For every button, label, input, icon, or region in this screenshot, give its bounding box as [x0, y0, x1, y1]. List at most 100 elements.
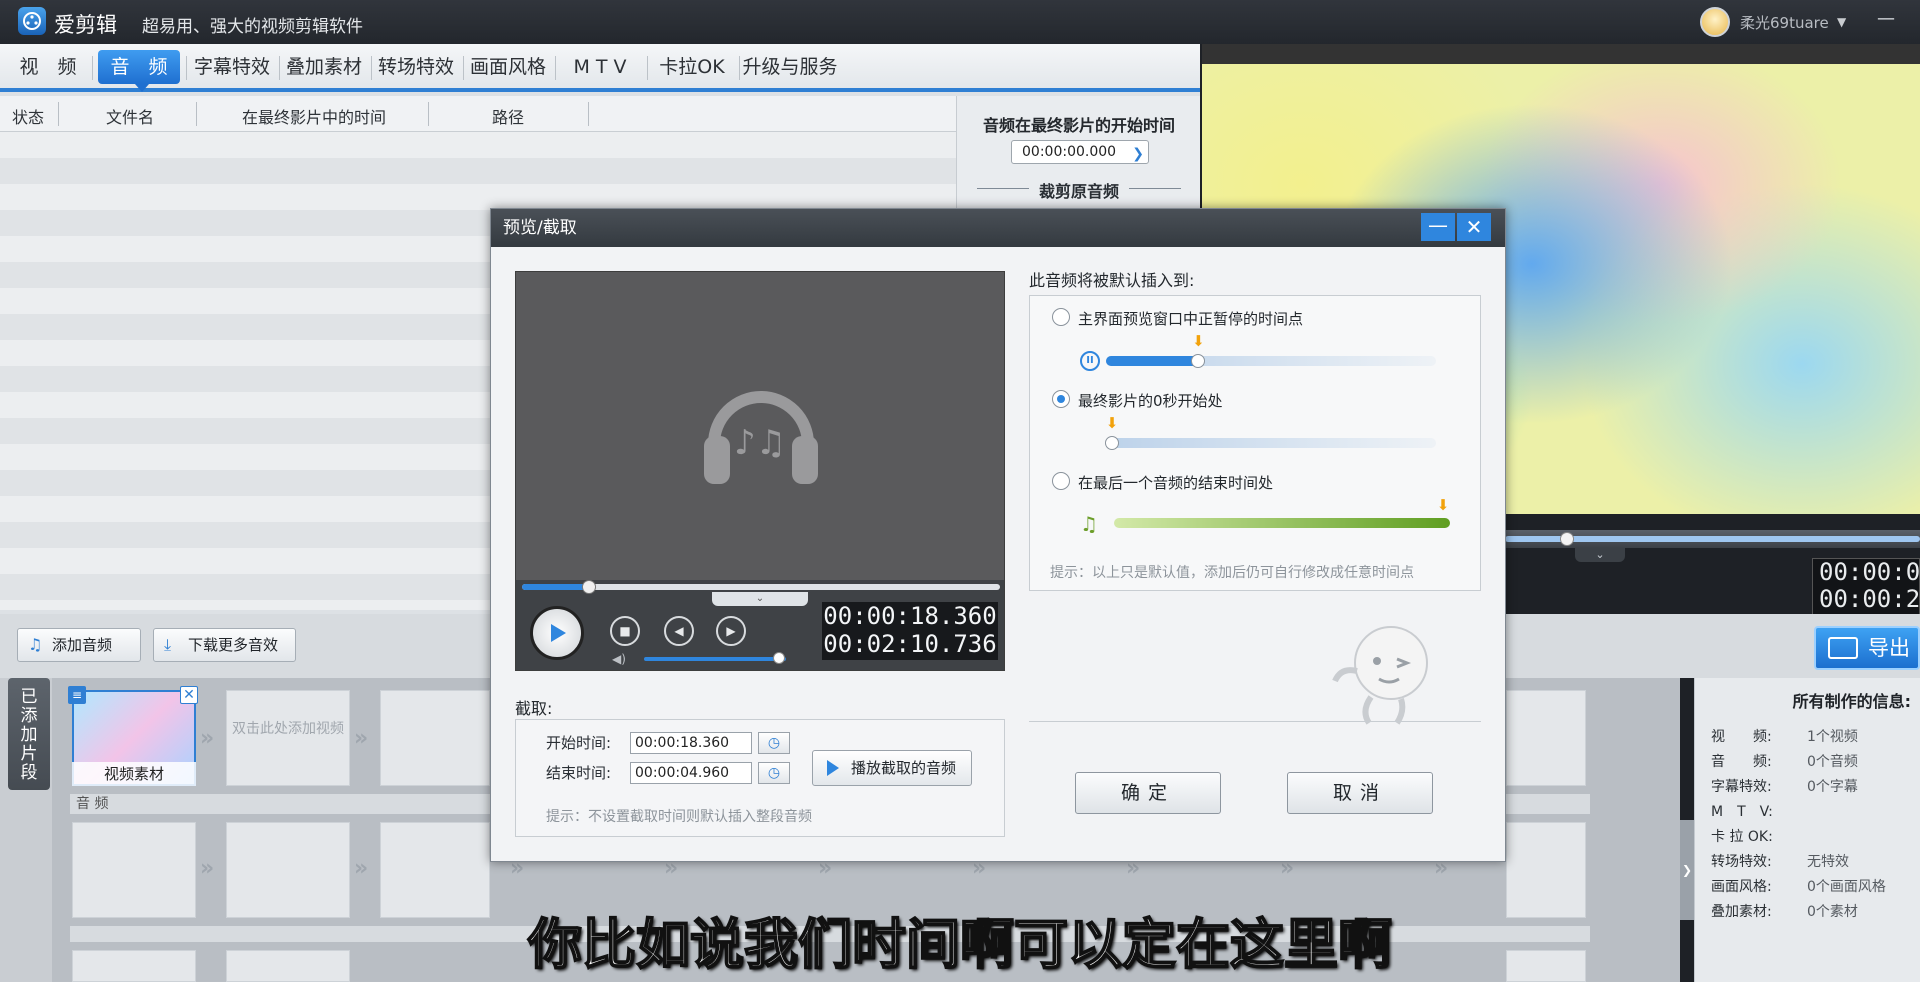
trim-original-label: 裁剪原音频 [957, 178, 1201, 202]
video-subtitle: 你比如说我们时间啊可以定在这里啊 [527, 912, 1393, 977]
insert-option-label[interactable]: 在最后一个音频的结束时间处 [1078, 472, 1273, 493]
tab-style[interactable]: 画面风格 [464, 50, 552, 84]
add-video-slot[interactable] [226, 690, 350, 786]
next-frame-button[interactable]: ▶ [716, 616, 746, 646]
next-arrow-icon: » [200, 726, 215, 751]
tab-transition[interactable]: 转场特效 [372, 50, 460, 84]
info-value: 0个画面风格 [1807, 879, 1886, 895]
user-name[interactable]: 柔光69tuare [1740, 12, 1829, 33]
step-forward-icon: ▶ [726, 624, 736, 638]
column-path[interactable]: 路径 [492, 104, 524, 128]
info-key: M T V: [1711, 804, 1773, 820]
trim-end-input[interactable]: 00:00:04.960 [630, 762, 752, 784]
dialog-close-button[interactable]: ✕ [1457, 213, 1491, 241]
tab-upgrade[interactable]: 升级与服务 [740, 50, 840, 84]
insert-option-track [1106, 438, 1436, 448]
insert-position-box: 主界面预览窗口中正暂停的时间点 II ⬇ 最终影片的0秒开始处 ⬇ 在最后一个音… [1029, 295, 1481, 591]
insert-hint: 提示：以上只是默认值，添加后仍可自行修改成任意时间点 [1050, 565, 1414, 581]
preview-progress-knob[interactable] [1560, 532, 1574, 546]
trim-start-input[interactable]: 00:00:18.360 [630, 732, 752, 754]
headphone-music-icon: ♪♫ [704, 391, 818, 484]
insert-option-radio-paused-point[interactable] [1052, 308, 1070, 326]
trim-title: 截取: [515, 699, 553, 718]
trim-box: 开始时间: 00:00:18.360 ◷ 结束时间: 00:00:04.960 … [515, 719, 1005, 837]
info-value: 1个视频 [1807, 729, 1858, 745]
tab-subtitle-effects[interactable]: 字幕特效 [188, 50, 276, 84]
info-value: 无特效 [1807, 854, 1849, 870]
audio-player: ♪♫ ⌄ ■ ◀ ▶ ◀) 00:00:18.360 00:02:10.736 [515, 271, 1005, 671]
add-audio-button[interactable]: ♫ 添加音频 [17, 628, 141, 662]
play-trimmed-audio-button[interactable]: 播放截取的音频 [812, 750, 972, 786]
preview-fold-icon[interactable]: ⌄ [1575, 548, 1625, 562]
player-progress-knob[interactable] [581, 580, 596, 594]
dialog-minimize-button[interactable]: — [1421, 213, 1455, 241]
insert-option-label[interactable]: 主界面预览窗口中正暂停的时间点 [1078, 308, 1303, 329]
column-status[interactable]: 状态 [12, 104, 44, 128]
insert-option-knob [1105, 436, 1119, 450]
start-time-label: 开始时间: [546, 734, 612, 752]
insert-option-radio-start[interactable] [1052, 390, 1070, 408]
end-time-label: 结束时间: [546, 764, 612, 782]
svg-text:♪♫: ♪♫ [734, 423, 786, 463]
tab-video[interactable]: 视 频 [8, 50, 88, 84]
added-clips-tab[interactable]: 已添加片段 [8, 678, 50, 790]
column-time[interactable]: 在最终影片中的时间 [242, 104, 386, 128]
dialog-title: 预览/截取 [491, 209, 1505, 247]
add-video-hint: 双击此处添加视频 [232, 721, 344, 737]
clock-icon[interactable]: ◷ [758, 762, 790, 784]
export-label: 导出 [1868, 636, 1910, 660]
volume-knob[interactable] [772, 652, 785, 664]
empty-slot[interactable] [380, 690, 490, 786]
info-value: 0个音频 [1807, 754, 1858, 770]
info-key: 转场特效: [1711, 854, 1772, 870]
music-note-icon: ♫ [1080, 512, 1098, 536]
column-filename[interactable]: 文件名 [106, 104, 154, 128]
ok-button[interactable]: 确定 [1075, 772, 1221, 814]
tab-mtv[interactable]: M T V [556, 50, 644, 84]
next-arrow-icon: » [200, 856, 215, 881]
start-time-field[interactable]: 00:00:00.000 ❯ [1011, 140, 1149, 164]
cancel-button[interactable]: 取消 [1287, 772, 1433, 814]
empty-slot[interactable] [1506, 690, 1586, 786]
app-logo-icon [18, 7, 46, 35]
user-avatar[interactable] [1700, 7, 1730, 37]
title-bar: 爱剪辑 超易用、强大的视频剪辑软件 柔光69tuare ▼ — [0, 0, 1920, 44]
stop-icon: ■ [619, 624, 631, 638]
info-title: 所有制作的信息: [1792, 692, 1911, 711]
export-button[interactable]: 导出 [1814, 626, 1920, 670]
tab-audio[interactable]: 音 频 [98, 50, 180, 84]
stop-button[interactable]: ■ [610, 616, 640, 646]
download-more-button[interactable]: ⤓ 下载更多音效 [153, 628, 296, 662]
volume-icon[interactable]: ◀) [612, 652, 626, 666]
chevron-right-icon[interactable]: ❯ [1132, 143, 1144, 165]
player-current-time: 00:00:18.360 [823, 602, 997, 630]
next-arrow-icon: » [354, 856, 369, 881]
tab-overlay[interactable]: 叠加素材 [280, 50, 368, 84]
preview-total-time: 00:00:20 [1819, 585, 1920, 613]
minimize-button[interactable]: — [1872, 8, 1900, 36]
clock-icon[interactable]: ◷ [758, 732, 790, 754]
info-row: 字幕特效: 0个字幕 [1711, 776, 1920, 796]
add-audio-label: 添加音频 [52, 636, 113, 654]
audio-table-header: 状态 文件名 在最终影片中的时间 路径 [0, 96, 956, 132]
insert-option-label[interactable]: 最终影片的0秒开始处 [1078, 390, 1223, 411]
clip-close-icon[interactable]: ✕ [180, 686, 198, 704]
preview-trim-dialog: 预览/截取 — ✕ ♪♫ ⌄ ■ ◀ ▶ ◀) 00:00:18.360 00:… [490, 208, 1506, 862]
pause-icon: II [1080, 351, 1100, 371]
chevron-down-icon[interactable]: ▼ [1837, 15, 1846, 29]
player-controls: ⌄ ■ ◀ ▶ ◀) 00:00:18.360 00:02:10.736 [516, 580, 1004, 670]
tab-pointer [135, 84, 149, 92]
insert-option-radio-last-audio-end[interactable] [1052, 472, 1070, 490]
play-button[interactable] [530, 606, 584, 660]
chevron-down-icon[interactable]: ⌄ [712, 592, 808, 606]
info-row: 音 频: 0个音频 [1711, 751, 1920, 771]
prev-frame-button[interactable]: ◀ [664, 616, 694, 646]
volume-slider[interactable] [644, 657, 786, 661]
play-icon [551, 624, 566, 642]
tab-karaoke[interactable]: 卡拉OK [648, 50, 736, 84]
clip-menu-icon[interactable]: ≡ [68, 686, 86, 704]
step-back-icon: ◀ [674, 624, 684, 638]
main-tabbar: 视 频 音 频 字幕特效 叠加素材 转场特效 画面风格 M T V 卡拉OK 升… [0, 44, 1200, 92]
last-audio-track [1114, 518, 1450, 528]
insert-option-fill [1106, 356, 1199, 366]
